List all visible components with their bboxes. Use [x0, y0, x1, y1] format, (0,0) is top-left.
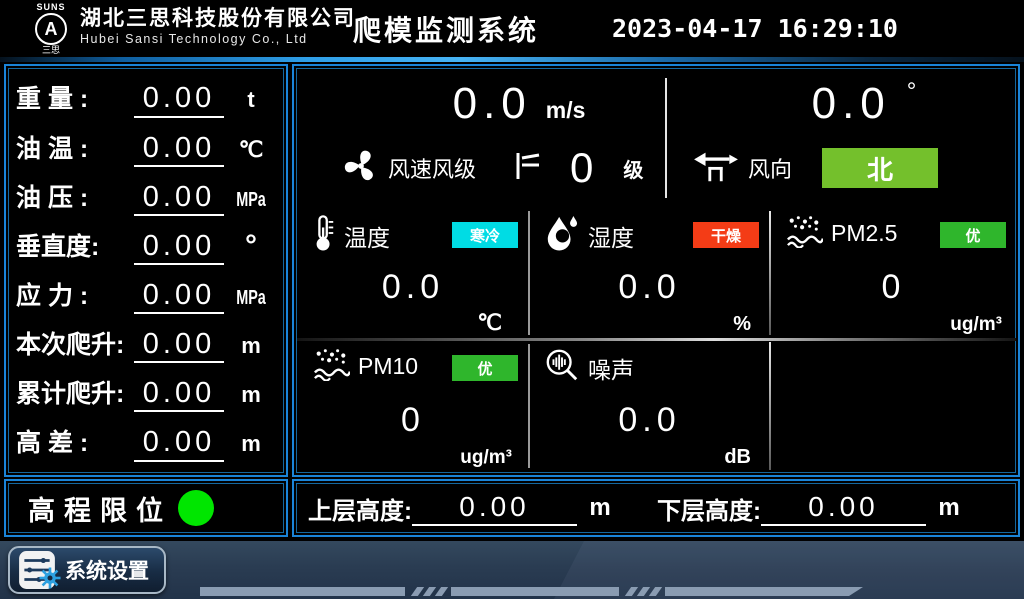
- temperature-status-badge: 寒冷: [452, 222, 518, 248]
- total-climb-value: 0.00: [134, 377, 224, 412]
- lower-height-value: 0.00: [761, 490, 926, 526]
- company-name-en: Hubei Sansi Technology Co., Ltd: [80, 32, 356, 46]
- settings-button-label: 系统设置: [65, 555, 149, 585]
- pm25-label: PM2.5: [831, 220, 897, 247]
- climbing-formwork-monitor-screen: SUNS A 三思 湖北三思科技股份有限公司 Hubei Sansi Techn…: [0, 0, 1024, 599]
- dust-icon: [785, 214, 823, 253]
- datetime-display: 2023-04-17 16:29:10: [612, 0, 898, 57]
- temperature-cell: 温度 寒冷 0.0 ℃: [298, 206, 528, 339]
- elevation-limit-indicator: [178, 490, 214, 526]
- pm25-status-badge: 优: [940, 222, 1006, 248]
- stress-value: 0.00: [134, 279, 224, 314]
- humidity-cell: 湿度 干燥 0.0 %: [530, 206, 769, 339]
- measurement-sidebar: 重 量 : 0.00 t 油 温 : 0.00 ℃ 油 压 : 0.00 MPa…: [4, 64, 288, 477]
- gear-icon: [39, 567, 61, 594]
- noise-label: 噪声: [588, 351, 634, 385]
- upper-height-value: 0.00: [412, 490, 577, 526]
- fan-icon: [342, 147, 380, 190]
- wind-direction-unit: °: [907, 80, 917, 104]
- environment-panel: 0.0 m/s 风速风级: [292, 64, 1020, 477]
- wind-level-value: 0: [570, 147, 593, 189]
- logo-sansi-text: 三思: [42, 46, 60, 55]
- noise-unit: dB: [724, 446, 751, 469]
- empty-cell: [771, 339, 1016, 472]
- pm10-value: 0: [298, 401, 528, 440]
- measure-row-weight: 重 量 : 0.00 t: [16, 79, 274, 117]
- wind-speed-unit: m/s: [546, 97, 586, 124]
- lower-height-unit: m: [926, 494, 972, 522]
- elevation-limit-box: 高程限位: [4, 479, 288, 537]
- wind-vane-icon: [692, 146, 740, 191]
- verticality-value: 0.00: [134, 230, 224, 265]
- wind-direction-value: 0.0: [812, 80, 891, 128]
- wind-speed-label: 风速风级: [388, 152, 476, 184]
- measure-row-height-diff: 高 差 : 0.00 m: [16, 423, 274, 461]
- temperature-value: 0.0: [298, 268, 528, 307]
- noise-magnifier-icon: [544, 347, 580, 388]
- footer-bar: 系统设置: [0, 541, 1024, 599]
- pm10-cell: PM10 优 0 ug/m³: [298, 339, 528, 472]
- company-name-block: 湖北三思科技股份有限公司 Hubei Sansi Technology Co.,…: [80, 6, 356, 46]
- noise-value: 0.0: [530, 401, 769, 440]
- wind-level-row: 风速风级 0 级: [342, 146, 643, 190]
- humidity-label: 湿度: [588, 219, 634, 253]
- oil-pressure-value: 0.00: [134, 181, 224, 216]
- wind-direction-display: 0.0 °: [734, 80, 994, 128]
- upper-height-unit: m: [577, 494, 623, 522]
- humidity-drop-icon: [544, 214, 580, 257]
- header-divider: [0, 57, 1024, 62]
- humidity-value: 0.0: [530, 268, 769, 307]
- measure-row-stress: 应 力 : 0.00 MPa: [16, 276, 274, 314]
- footer-decor-strip: [200, 587, 863, 596]
- measure-row-total-climb: 累计爬升: 0.00 m: [16, 374, 274, 412]
- logo-circle-icon: A: [35, 13, 67, 45]
- pm25-cell: PM2.5 优 0 ug/m³: [771, 206, 1016, 339]
- company-logo: SUNS A 三思: [22, 1, 80, 56]
- wind-level-unit: 级: [623, 154, 643, 183]
- upper-height-label: 上层高度:: [308, 491, 412, 526]
- weight-value: 0.00: [134, 82, 224, 117]
- measure-row-oil-temp: 油 温 : 0.00 ℃: [16, 129, 274, 167]
- temperature-label: 温度: [344, 219, 390, 253]
- humidity-unit: %: [733, 313, 751, 336]
- header-bar: SUNS A 三思 湖北三思科技股份有限公司 Hubei Sansi Techn…: [0, 0, 1024, 57]
- system-settings-button[interactable]: 系统设置: [8, 546, 166, 594]
- settings-sliders-icon: [18, 550, 56, 590]
- wind-direction-label: 风向: [748, 152, 792, 184]
- measure-row-oil-pressure: 油 压 : 0.00 MPa: [16, 178, 274, 216]
- pm25-unit: ug/m³: [950, 314, 1002, 336]
- elevation-limit-label: 高程限位: [28, 489, 172, 528]
- noise-cell: 噪声 0.0 dB: [530, 339, 769, 472]
- logo-suns-text: SUNS: [36, 3, 65, 12]
- measure-row-verticality: 垂直度: 0.00 °: [16, 227, 274, 265]
- page-title: 爬模监测系统: [353, 0, 539, 57]
- wind-speed-value: 0.0: [453, 80, 532, 128]
- lower-height-label: 下层高度:: [657, 491, 761, 526]
- oil-temp-value: 0.00: [134, 132, 224, 167]
- wind-direction-badge: 北: [822, 148, 938, 188]
- measure-row-current-climb: 本次爬升: 0.00 m: [16, 325, 274, 363]
- height-diff-value: 0.00: [134, 426, 224, 461]
- pm10-unit: ug/m³: [460, 447, 512, 469]
- pm10-label: PM10: [358, 353, 418, 380]
- humidity-status-badge: 干燥: [693, 222, 759, 248]
- current-climb-value: 0.00: [134, 328, 224, 363]
- wind-speed-display: 0.0 m/s: [369, 80, 669, 128]
- company-name-cn: 湖北三思科技股份有限公司: [80, 6, 356, 32]
- temperature-unit: ℃: [477, 310, 502, 336]
- wind-level-icon: [514, 150, 542, 187]
- dust-icon: [312, 347, 350, 386]
- wind-direction-row: 风向 北: [692, 146, 938, 190]
- pm25-value: 0: [771, 268, 1016, 307]
- pm10-status-badge: 优: [452, 355, 518, 381]
- thermometer-icon: [312, 214, 336, 257]
- layer-heights-box: 上层高度: 0.00 m 下层高度: 0.00 m: [292, 479, 1020, 537]
